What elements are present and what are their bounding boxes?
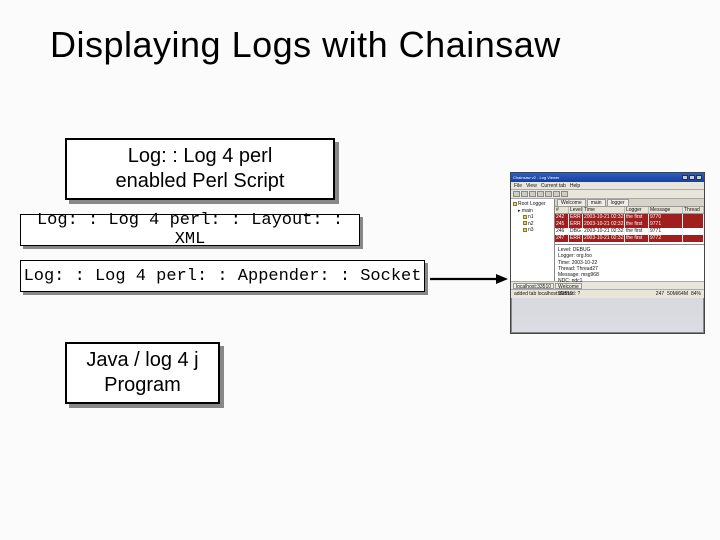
menu-file: File (514, 183, 522, 189)
box-layout-xml: Log: : Log 4 perl: : Layout: : XML (20, 214, 360, 246)
status-message: added tab localhost:33510 (514, 291, 573, 297)
table-row: 245 ERR 2003-10-21 02:32:0... the first … (555, 221, 704, 228)
toolbar-button-icon (513, 191, 520, 197)
tab: main (587, 199, 606, 206)
table-row: 246 DBG 2003-10-21 02:32:0... the first … (555, 228, 704, 235)
folder-icon (523, 221, 527, 225)
folder-icon (523, 228, 527, 232)
window-titlebar: Chainsaw v2 - Log Viewer (511, 173, 704, 182)
maximize-icon (689, 175, 695, 180)
status-mem: 50M/64M (667, 291, 688, 297)
tab: logger (607, 199, 629, 206)
toolbar (511, 190, 704, 199)
box-perl-script-line1: Log: : Log 4 perl (128, 144, 273, 169)
log-table: # Level Time Logger Message Thread 242 E… (555, 207, 704, 245)
box-perl-script-line2: enabled Perl Script (116, 169, 285, 194)
toolbar-button-icon (529, 191, 536, 197)
menu-current: Current tab (541, 183, 566, 189)
box-perl-script: Log: : Log 4 perl enabled Perl Script (65, 138, 335, 200)
menu-help: Help (570, 183, 580, 189)
arrow-icon (430, 273, 508, 278)
table-row: 247 ERR 2003-10-21 02:32:0... the first … (555, 235, 704, 242)
slide-title: Displaying Logs with Chainsaw (50, 24, 561, 66)
menu-view: View (526, 183, 537, 189)
menubar: File View Current tab Help (511, 182, 704, 190)
toolbar-button-icon (537, 191, 544, 197)
table-row: 242 ERR 2003-10-21 02:32:0... the first … (555, 214, 704, 221)
window-title: Chainsaw v2 - Log Viewer (513, 175, 559, 180)
status-count: 247 (656, 291, 664, 297)
toolbar-button-icon (561, 191, 568, 197)
close-icon (696, 175, 702, 180)
status-tab: localhost:33510 (513, 283, 554, 289)
status-tab: Welcome (555, 283, 582, 289)
toolbar-button-icon (521, 191, 528, 197)
logger-tree: Root Logger ▸ main n1 n2 n3 (511, 199, 555, 281)
tab-bar: Welcome main logger (555, 199, 704, 207)
table-header: # Level Time Logger Message Thread (555, 207, 704, 214)
tree-item: n3 (513, 227, 552, 234)
toolbar-button-icon (545, 191, 552, 197)
folder-icon (513, 202, 517, 206)
toolbar-button-icon (553, 191, 560, 197)
box-java-line1: Java / log 4 j (86, 348, 198, 373)
folder-icon (523, 215, 527, 219)
box-java-program: Java / log 4 j Program (65, 342, 220, 404)
tab: Welcome (557, 199, 586, 206)
detail-panel: Level: DEBUG Logger: org.foo Time: 2003-… (555, 245, 704, 281)
box-appender-socket: Log: : Log 4 perl: : Appender: : Socket (20, 260, 425, 292)
minimize-icon (682, 175, 688, 180)
chainsaw-screenshot: Chainsaw v2 - Log Viewer File View Curre… (510, 172, 705, 334)
status-pct: 84% (691, 291, 701, 297)
box-java-line2: Program (104, 373, 181, 398)
